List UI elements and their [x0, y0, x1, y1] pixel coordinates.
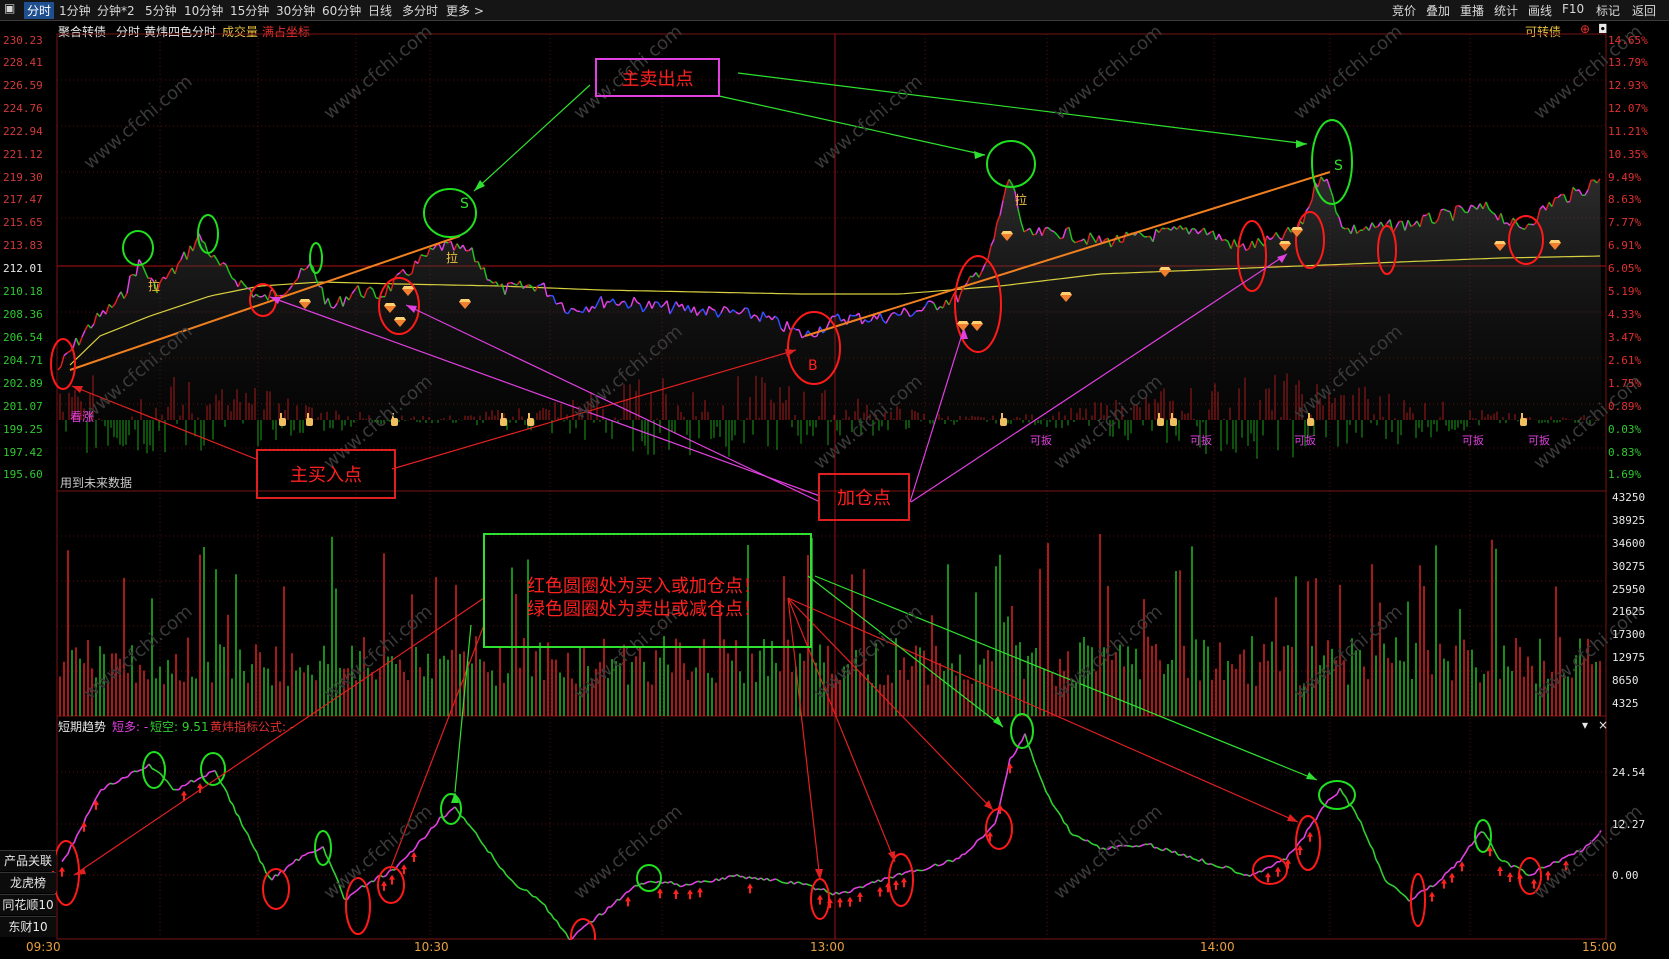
btn-bidding[interactable]: 竞价: [1392, 2, 1416, 19]
tab-more[interactable]: 更多 >: [446, 2, 484, 19]
indicator-line-green: [109, 733, 1581, 940]
short-long-value: 短多: -: [112, 720, 149, 734]
panel-toggle-icon[interactable]: ▣: [4, 1, 15, 15]
note-sell-line: 绿色圆圈处为卖出或减仓点！: [527, 599, 761, 620]
tab-2min[interactable]: 分钟*2: [97, 2, 135, 19]
svg-text:www.cfchi.com: www.cfchi.com: [1290, 21, 1407, 124]
rebound-marker: 可扳: [1294, 434, 1316, 447]
indicator-line-magenta: [61, 733, 1602, 940]
sidebar-item-dragon-tiger[interactable]: 龙虎榜: [0, 872, 56, 893]
btn-stats[interactable]: 统计: [1494, 2, 1518, 19]
tab-60min[interactable]: 60分钟: [322, 2, 361, 19]
rebound-marker: 可扳: [1462, 434, 1484, 447]
s-marker-2: S: [1334, 158, 1343, 174]
price-area: [58, 176, 1602, 420]
rebound-marker: 可扳: [1030, 434, 1052, 447]
sub-indicator-name[interactable]: 短期趋势: [58, 718, 106, 735]
close-icon[interactable]: ×: [1598, 718, 1608, 732]
svg-text:www.cfchi.com: www.cfchi.com: [320, 21, 437, 124]
tab-15min[interactable]: 15分钟: [230, 2, 269, 19]
buy-point-label: 主买入点: [256, 449, 396, 499]
svg-text:www.cfchi.com: www.cfchi.com: [320, 601, 437, 704]
tab-multi[interactable]: 多分时: [402, 2, 438, 19]
pull-marker-3: 拉: [1015, 193, 1028, 207]
rebound-marker: 可扳: [1190, 434, 1212, 447]
sidebar-item-related[interactable]: 产品关联: [0, 850, 56, 871]
tab-daily[interactable]: 日线: [368, 2, 392, 19]
sidebar-item-ths10[interactable]: 同花顺10: [0, 894, 56, 915]
b-marker: B: [808, 358, 818, 374]
svg-text:www.cfchi.com: www.cfchi.com: [1050, 21, 1167, 124]
btn-back[interactable]: 返回: [1632, 2, 1656, 19]
sidebar-item-df10[interactable]: 东财10: [0, 916, 56, 937]
svg-text:www.cfchi.com: www.cfchi.com: [1530, 801, 1647, 904]
formula-label: 黄炜指标公式: -: [210, 720, 295, 734]
top-toolbar: ▣ 分时 1分钟 分钟*2 5分钟 10分钟 15分钟 30分钟 60分钟 日线…: [0, 0, 1669, 21]
tab-fenshi[interactable]: 分时: [24, 2, 55, 19]
svg-text:www.cfchi.com: www.cfchi.com: [810, 71, 927, 174]
legend-note-box: 红色圆圈处为买入或加仓点！ 绿色圆圈处为卖出或减仓点！: [483, 533, 812, 648]
short-short-value: 短空: 9.51: [150, 720, 209, 734]
tab-5min[interactable]: 5分钟: [145, 2, 177, 19]
tab-1min[interactable]: 1分钟: [59, 2, 91, 19]
tab-30min[interactable]: 30分钟: [276, 2, 315, 19]
dropdown-icon[interactable]: ▾: [1582, 718, 1588, 732]
add-point-label: 加仓点: [818, 473, 910, 521]
svg-text:www.cfchi.com: www.cfchi.com: [80, 601, 197, 704]
btn-overlay[interactable]: 叠加: [1426, 2, 1450, 19]
btn-draw[interactable]: 画线: [1528, 2, 1552, 19]
s-marker-1: S: [460, 196, 469, 212]
pull-marker-2: 拉: [446, 251, 459, 265]
svg-text:www.cfchi.com: www.cfchi.com: [80, 71, 197, 174]
sell-point-label: 主卖出点: [595, 58, 720, 97]
btn-replay[interactable]: 重播: [1460, 2, 1484, 19]
btn-mark[interactable]: 标记: [1596, 2, 1620, 19]
svg-text:www.cfchi.com: www.cfchi.com: [1050, 801, 1167, 904]
rebound-marker: 可扳: [1528, 434, 1550, 447]
look-up-marker: 看涨: [70, 410, 95, 424]
svg-text:www.cfchi.com: www.cfchi.com: [570, 801, 687, 904]
btn-f10[interactable]: F10: [1562, 2, 1584, 16]
future-data-note: 用到未来数据: [60, 476, 133, 490]
pull-marker-1: 拉: [148, 279, 161, 293]
tab-10min[interactable]: 10分钟: [184, 2, 223, 19]
